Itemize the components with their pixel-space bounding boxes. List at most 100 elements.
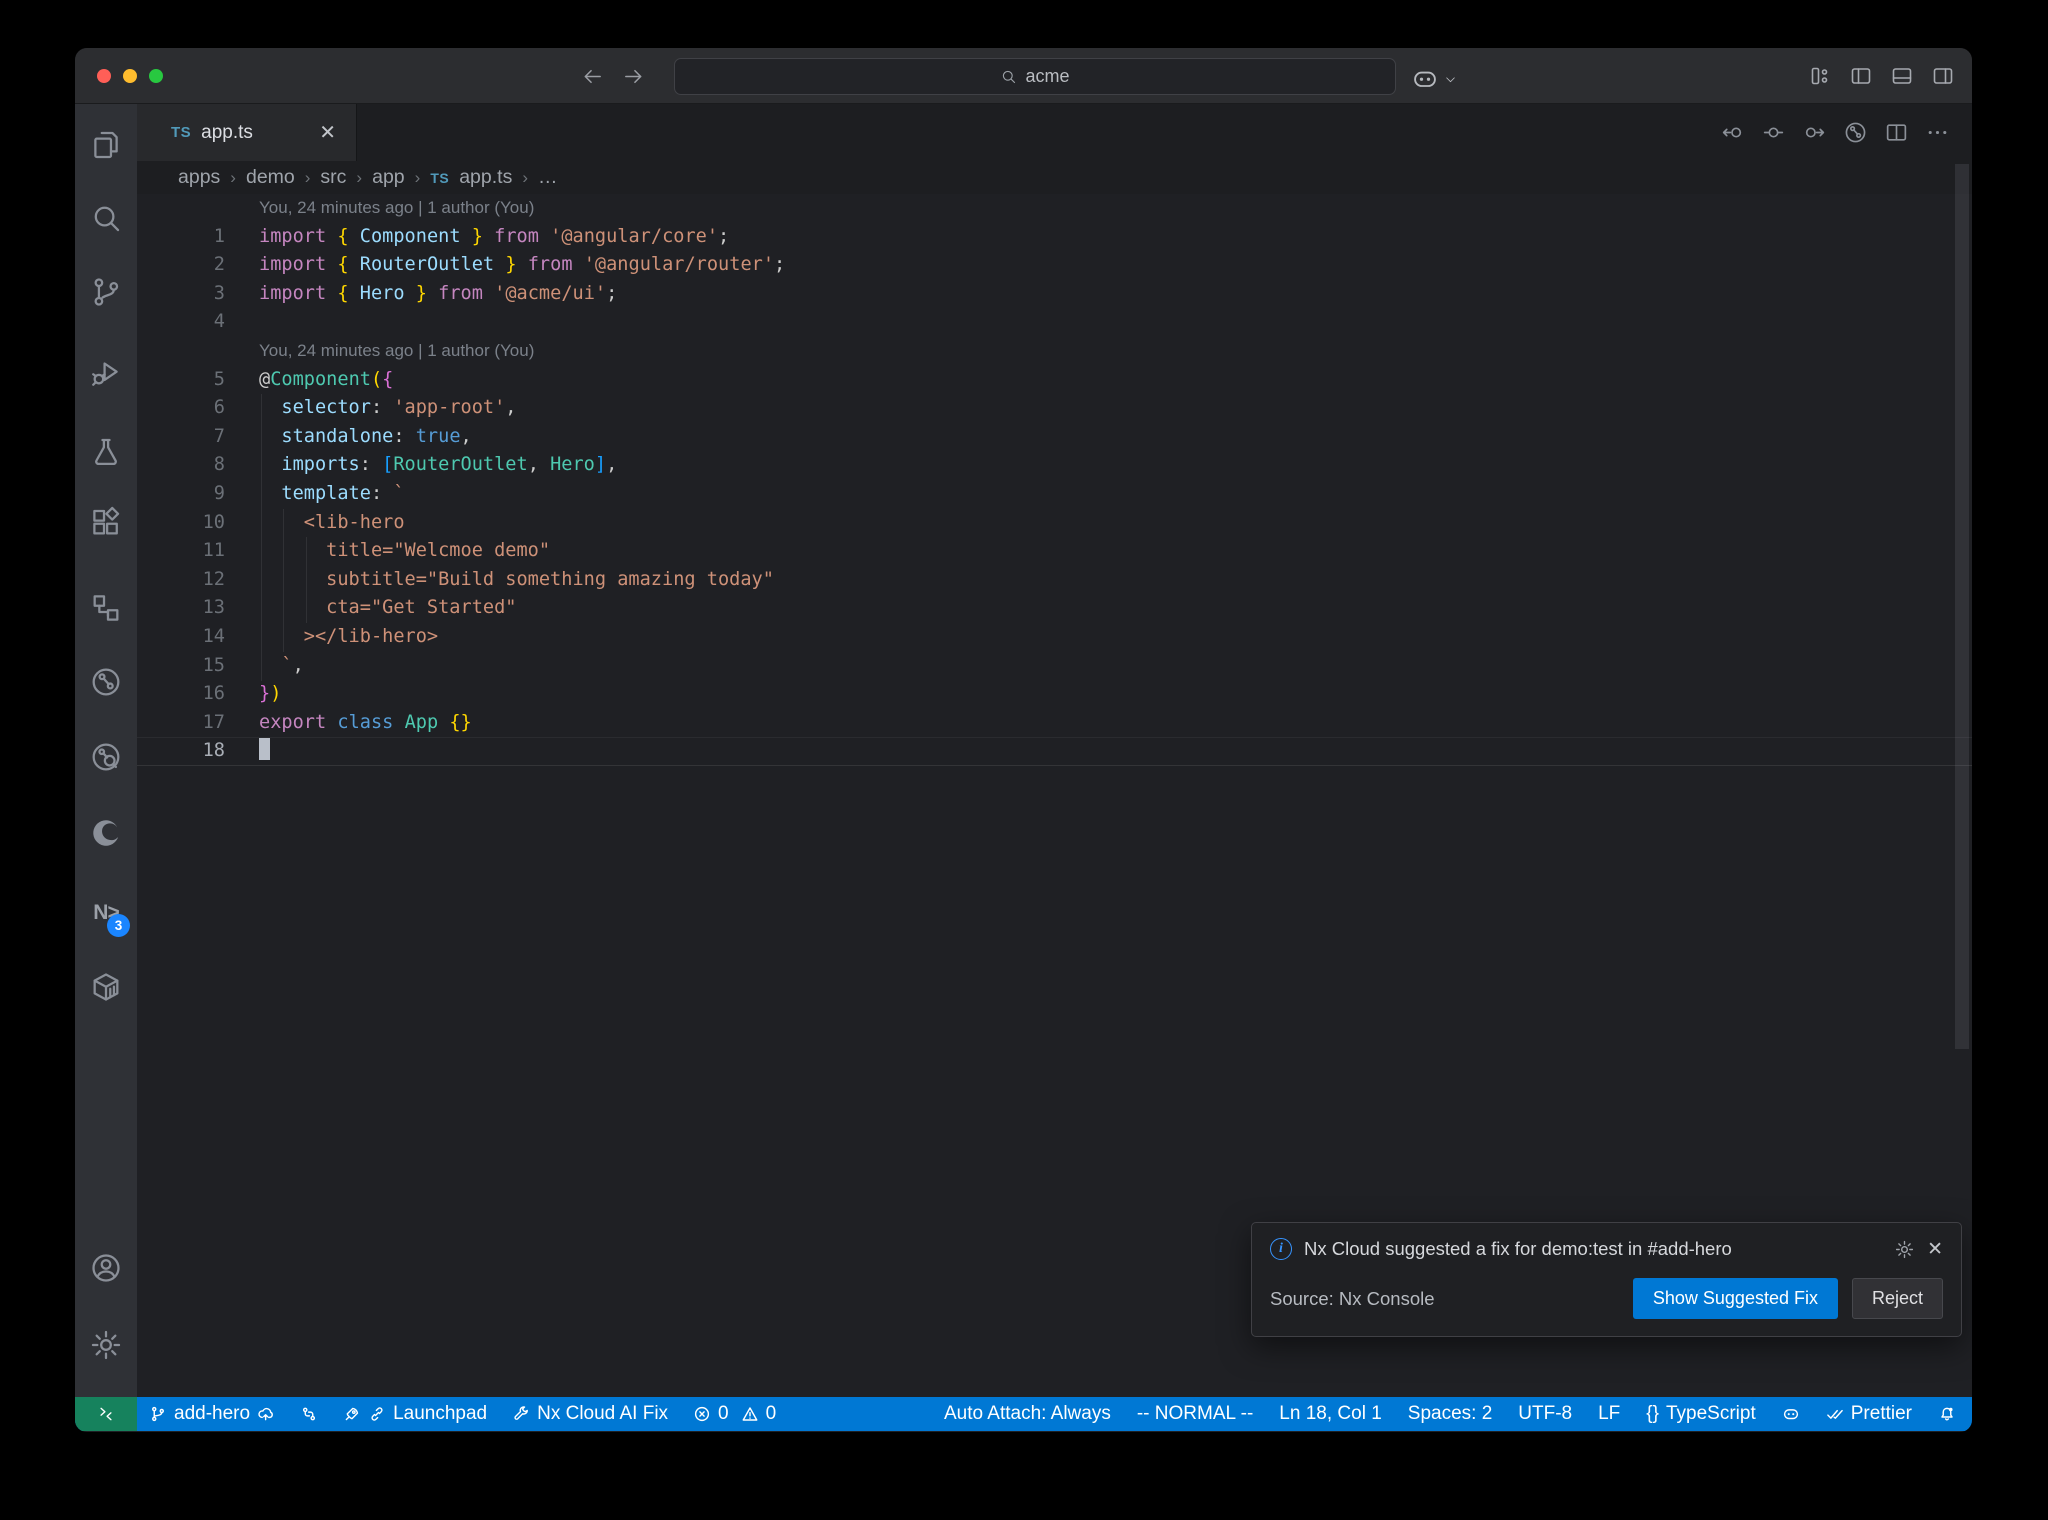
change-marker-icon[interactable] [1761,120,1786,145]
notifications-bell-item[interactable] [1938,1405,1956,1423]
branch-name: add-hero [174,1403,251,1424]
code-line-13: 13 cta="Get Started" [137,594,1972,623]
copilot-menu-button[interactable] [1411,65,1457,93]
show-suggested-fix-button[interactable]: Show Suggested Fix [1632,1278,1838,1319]
git-branch-item[interactable]: add-hero [149,1403,275,1425]
container-icon[interactable] [89,970,123,1004]
toggle-primary-sidebar-icon[interactable] [1849,64,1873,88]
more-actions-icon[interactable] [1925,120,1950,145]
tab-bar: TS app.ts ✕ [137,104,1972,161]
line-number: 9 [213,482,225,504]
code-editor[interactable]: You, 24 minutes ago | 1 author (You) 1 imp… [137,194,1972,1397]
navigate-forward-icon[interactable] [622,65,645,88]
double-check-icon [1826,1409,1843,1419]
bell-icon [1941,1407,1953,1421]
vim-mode-item[interactable]: -- NORMAL -- [1137,1403,1253,1425]
settings-gear-icon[interactable] [89,1328,123,1362]
customize-layout-icon[interactable] [1808,64,1832,88]
code-line-15: 15 `, [137,652,1972,681]
nx-cloud-icon[interactable] [89,740,123,774]
encoding-item[interactable]: UTF-8 [1518,1403,1572,1425]
chevron-down-icon [1446,76,1455,82]
breadcrumb-item[interactable]: demo [246,166,295,189]
search-icon [1003,70,1016,84]
link-icon [371,1407,383,1421]
previous-change-icon[interactable] [1720,120,1745,145]
run-and-debug-icon[interactable] [89,355,123,389]
prettier-item[interactable]: Prettier [1826,1403,1912,1425]
zoom-window-button[interactable] [149,69,163,83]
line-number: 13 [202,597,225,619]
next-change-icon[interactable] [1802,120,1827,145]
line-number: 10 [202,511,225,533]
breadcrumb-item[interactable]: apps [178,166,220,189]
split-editor-icon[interactable] [1884,120,1909,145]
breadcrumb-item[interactable]: src [320,166,346,189]
nx-run-target-icon[interactable] [1843,120,1868,145]
nx-cloud-ai-fix-item[interactable]: Nx Cloud AI Fix [512,1403,668,1425]
code-line-3: 3 import { Hero } from '@acme/ui'; [137,280,1972,309]
title-bar: acme [75,48,1972,104]
nx-console-icon[interactable] [89,665,123,699]
search-view-icon[interactable] [89,201,123,235]
language-mode-item[interactable]: {} TypeScript [1646,1403,1755,1425]
braces-icon: {} [1646,1403,1659,1424]
auto-attach-item[interactable]: Auto Attach: Always [944,1403,1111,1425]
git-compare-item[interactable] [300,1405,318,1423]
reject-button[interactable]: Reject [1851,1278,1943,1319]
tab-app-ts[interactable]: TS app.ts ✕ [137,104,357,161]
cursor-position-item[interactable]: Ln 18, Col 1 [1279,1403,1381,1425]
language-label: TypeScript [1665,1403,1756,1424]
git-branch-icon [152,1406,164,1422]
tab-close-icon[interactable]: ✕ [319,123,336,143]
notification-close-icon[interactable]: ✕ [1927,1240,1943,1259]
warning-count: 0 [765,1403,777,1424]
breadcrumb-file[interactable]: app.ts [459,166,512,189]
nx-fix-label: Nx Cloud AI Fix [537,1403,669,1424]
toggle-panel-icon[interactable] [1890,64,1914,88]
breadcrumb-overflow[interactable]: … [538,166,558,189]
code-line-1: 1 import { Component } from '@angular/cor… [137,223,1972,252]
toggle-secondary-sidebar-icon[interactable] [1931,64,1955,88]
git-compare-icon [303,1407,316,1421]
remote-indicator[interactable] [75,1397,137,1431]
problems-item[interactable]: 0 0 [693,1403,776,1425]
copilot-status-item[interactable] [1782,1405,1800,1423]
indent-guide [261,394,262,681]
explorer-icon[interactable] [89,128,123,162]
extensions-icon[interactable] [89,506,123,540]
line-number: 12 [202,568,225,590]
indentation-item[interactable]: Spaces: 2 [1408,1403,1493,1425]
notification-settings-gear-icon[interactable] [1894,1239,1915,1260]
accounts-icon[interactable] [89,1251,123,1285]
code-line-11: 11 title="Welcmoe demo" [137,537,1972,566]
breadcrumb-separator: › [356,167,363,187]
minimize-window-button[interactable] [123,69,137,83]
command-center-value: acme [1025,66,1070,86]
info-icon: i [1270,1238,1292,1260]
status-bar: add-hero Launchpad Nx Cloud AI Fix 0 0 A… [75,1397,1972,1431]
source-control-icon[interactable] [89,275,123,309]
breadcrumb-separator: › [304,167,311,187]
line-number: 3 [213,282,225,304]
nx-icon[interactable]: N> 3 [89,896,130,937]
close-window-button[interactable] [97,69,111,83]
code-lines: You, 24 minutes ago | 1 author (You) 1 imp… [137,194,1972,766]
blame-annotation: You, 24 minutes ago | 1 author (You) [259,198,535,217]
breadcrumb-item[interactable]: app [372,166,405,189]
code-line-17: 17 export class App {} [137,709,1972,738]
code-line-10: 10 <lib-hero [137,509,1972,538]
remote-icon [100,1407,112,1421]
workspace-hierarchy-icon[interactable] [89,591,123,625]
editor-scrollbar[interactable] [1955,164,1969,1049]
edge-devtools-icon[interactable] [89,816,123,850]
command-center-search[interactable]: acme [674,58,1396,95]
eol-item[interactable]: LF [1598,1403,1620,1425]
vim-block-cursor [259,738,270,761]
testing-icon[interactable] [89,435,123,469]
line-number: 4 [213,311,225,333]
launchpad-item[interactable]: Launchpad [343,1403,487,1425]
tab-label: app.ts [201,121,253,143]
navigate-back-icon[interactable] [581,65,604,88]
line-number: 17 [202,711,225,733]
